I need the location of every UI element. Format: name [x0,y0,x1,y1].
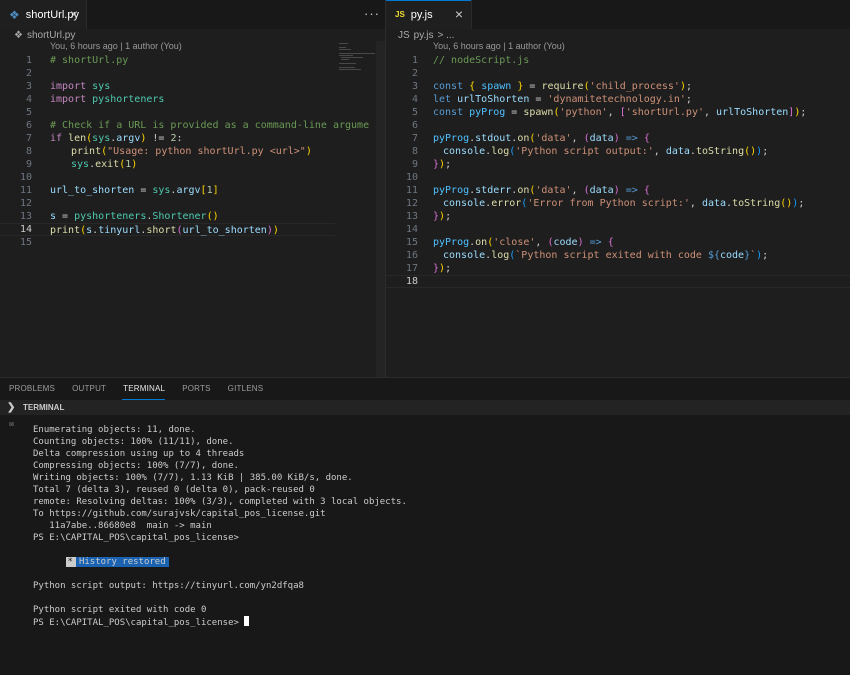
terminal-section-header[interactable]: ❯ TERMINAL [0,400,850,415]
breadcrumb-file[interactable]: py.js [414,30,434,41]
editor-group-left: ❖ shortUrl.py × ··· ❖ shortUrl.py You, 6… [0,0,385,377]
right-tab-bar: JS py.js × [386,0,850,29]
tab-gitlens[interactable]: GITLENS [219,378,272,400]
panel-tabs: PROBLEMS OUTPUT TERMINAL PORTS GITLENS [0,378,271,400]
blame-annotation[interactable]: You, 6 hours ago | 1 author (You) [50,41,182,54]
tab-ports[interactable]: PORTS [173,378,218,400]
line-number[interactable]: 15 [0,236,32,249]
code-editor-js[interactable]: You, 6 hours ago | 1 author (You) 123456… [386,41,850,377]
terminal-prompt[interactable]: PS E:\CAPITAL_POS\capital_pos_license> [33,616,250,628]
active-tab-indicator [386,0,471,1]
vertical-scrollbar[interactable] [376,41,385,377]
terminal-line: Writing objects: 100% (7/7), 1.13 KiB | … [33,473,353,483]
terminal-line: Delta compression using up to 4 threads [33,449,245,459]
tab-problems[interactable]: PROBLEMS [0,378,63,400]
close-icon[interactable]: × [455,6,463,22]
line-number[interactable]: 6 [386,119,418,132]
left-tab-bar: ❖ shortUrl.py × ··· [0,0,385,29]
more-actions-icon[interactable]: ··· [364,6,380,21]
terminal-line: PS E:\CAPITAL_POS\capital_pos_license> [33,533,239,543]
python-file-icon: ❖ [9,7,20,22]
terminal-section-title: TERMINAL [23,403,65,412]
terminal-line: Compressing objects: 100% (7/7), done. [33,461,239,471]
chevron-right-icon[interactable]: ❯ [7,402,15,413]
terminal-line: remote: Resolving deltas: 100% (3/3), co… [33,497,407,507]
blame-annotation[interactable]: You, 6 hours ago | 1 author (You) [433,41,565,54]
tab-output[interactable]: OUTPUT [63,378,114,400]
js-file-icon: JS [398,30,410,41]
code-editor-python[interactable]: You, 6 hours ago | 1 author (You) 123456… [0,41,385,377]
line-number[interactable]: 2 [386,67,418,80]
line-number[interactable]: 12 [0,197,32,210]
line-number[interactable]: 10 [0,171,32,184]
line-number[interactable]: 10 [386,171,418,184]
tab-py-js[interactable]: JS py.js × [386,0,472,29]
breadcrumb-file[interactable]: shortUrl.py [27,30,75,41]
python-file-icon: ❖ [14,30,23,41]
minimap[interactable] [336,41,376,377]
tab-label: py.js [410,8,433,21]
line-number[interactable]: 5 [0,106,32,119]
breadcrumb-rest[interactable]: > ... [438,30,455,41]
terminal-line: 11a7abe..86680e8 main -> main [33,521,212,531]
text-cursor [244,616,250,626]
tab-shorturl-py[interactable]: ❖ shortUrl.py × [0,0,87,29]
tab-terminal[interactable]: TERMINAL [114,378,173,400]
line-number[interactable]: 14 [386,223,418,236]
line-number[interactable]: 2 [0,67,32,80]
bottom-panel: PROBLEMS OUTPUT TERMINAL PORTS GITLENS ❯ TER… [0,377,850,675]
js-file-icon: JS [395,10,405,19]
script-output-line: Python script output: https://tinyurl.co… [33,581,304,591]
terminal-line: Counting objects: 100% (11/11), done. [33,437,234,447]
script-exit-line: Python script exited with code 0 [33,605,207,615]
history-restored-badge: * History restored [33,544,169,567]
editor-group-right: JS py.js × JS py.js > ... You, 6 hours a… [386,0,850,377]
terminal[interactable]: ☒ Enumerating objects: 11, done. Counting… [0,415,850,675]
terminal-line: Enumerating objects: 11, done. [33,425,196,435]
terminal-line: To https://github.com/surajvsk/capital_p… [33,509,326,519]
close-icon[interactable]: × [70,6,78,22]
terminal-shell-icon[interactable]: ☒ [7,419,16,428]
terminal-line: Total 7 (delta 3), reused 0 (delta 0), p… [33,485,315,495]
